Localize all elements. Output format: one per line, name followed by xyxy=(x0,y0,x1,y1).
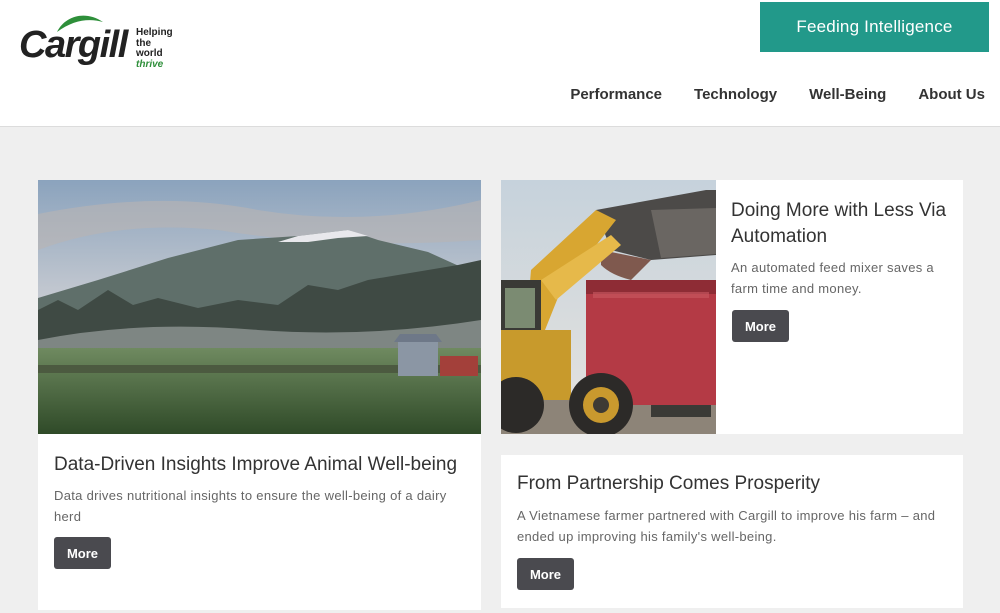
site-header: Cargill Helping the world thrive Feeding… xyxy=(0,0,1000,127)
nav-about-us[interactable]: About Us xyxy=(918,86,985,103)
logo-tagline: Helping the world thrive xyxy=(136,27,179,70)
article-card-automation: Doing More with Less Via Automation An a… xyxy=(501,180,963,434)
article-summary: An automated feed mixer saves a farm tim… xyxy=(731,260,934,296)
feeding-intelligence-button[interactable]: Feeding Intelligence xyxy=(760,2,989,52)
article-title[interactable]: Data-Driven Insights Improve Animal Well… xyxy=(54,454,457,476)
nav-performance[interactable]: Performance xyxy=(570,86,662,103)
article-title[interactable]: From Partnership Comes Prosperity xyxy=(517,473,820,495)
nav-well-being[interactable]: Well-Being xyxy=(809,86,886,103)
dairy-farm-mountain-photo[interactable] xyxy=(38,180,481,434)
tagline-line-3: thrive xyxy=(136,58,164,70)
article-card-animal-well-being: Data-Driven Insights Improve Animal Well… xyxy=(38,180,481,610)
cargill-logo[interactable]: Cargill Helping the world thrive xyxy=(19,12,179,70)
article-summary: Data drives nutritional insights to ensu… xyxy=(54,488,447,524)
logo-wordmark: Cargill xyxy=(19,24,128,66)
more-button[interactable]: More xyxy=(54,537,111,569)
more-button[interactable]: More xyxy=(732,310,789,342)
loader-feed-mixer-photo[interactable] xyxy=(501,180,716,434)
article-card-partnership: From Partnership Comes Prosperity A Viet… xyxy=(501,455,963,608)
more-button[interactable]: More xyxy=(517,558,574,590)
nav-technology[interactable]: Technology xyxy=(694,86,777,103)
article-title[interactable]: Doing More with Less Via Automation xyxy=(731,198,956,250)
tagline-line-2: the world xyxy=(136,37,163,59)
tagline-line-1: Helping xyxy=(136,27,173,38)
main-nav: Performance Technology Well-Being About … xyxy=(538,86,985,103)
article-summary: A Vietnamese farmer partnered with Cargi… xyxy=(517,508,936,544)
